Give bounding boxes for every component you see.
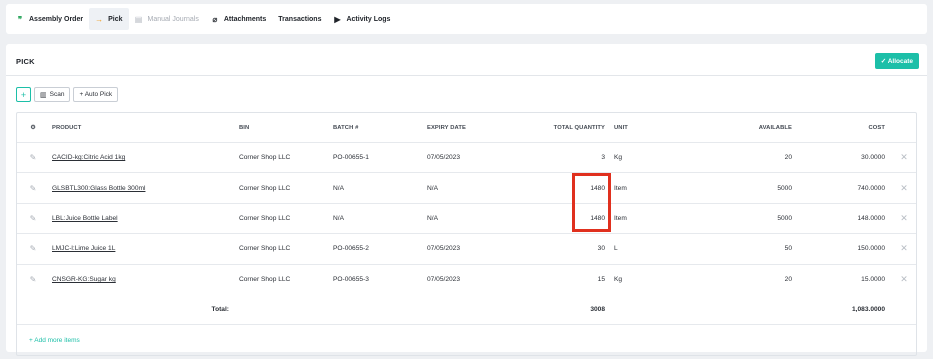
batch-cell: PO-00655-1 (333, 154, 369, 162)
unit-cell: Kg (614, 276, 623, 284)
pencil-icon[interactable]: ✎ (27, 234, 39, 263)
pick-toolbar: + ▥ Scan + Auto Pick (16, 87, 119, 102)
expiry-cell: N/A (427, 184, 438, 192)
total-row: Total: 3008 1,083.0000 (17, 295, 916, 326)
auto-pick-button[interactable]: + Auto Pick (73, 87, 119, 102)
divider (6, 75, 927, 76)
remove-row-icon[interactable]: ✕ (899, 143, 909, 172)
scan-button[interactable]: ▥ Scan (34, 87, 71, 102)
batch-cell: PO-00655-3 (333, 276, 369, 284)
quantity-cell[interactable]: 15 (537, 265, 605, 295)
pencil-icon[interactable]: ✎ (27, 204, 39, 233)
allocate-button[interactable]: ✓ Allocate (874, 53, 919, 69)
available-cell: 5000 (777, 214, 792, 222)
tab-transactions[interactable]: Transactions (272, 8, 327, 30)
product-link[interactable]: GLSBTL300:Glass Bottle 300ml (52, 173, 145, 202)
cost-cell: 150.0000 (857, 245, 885, 253)
paperclip-icon: ⌀ (212, 14, 218, 24)
tab-label: Assembly Order (29, 15, 84, 23)
unit-cell: Item (614, 214, 627, 222)
table-row: ✎ LBL:Juice Bottle Label Corner Shop LLC N/… (17, 204, 916, 235)
unit-cell: Kg (614, 154, 623, 162)
remove-row-icon[interactable]: ✕ (899, 234, 909, 263)
tab-label: Manual Journals (147, 15, 199, 23)
batch-cell: PO-00655-2 (333, 245, 369, 253)
barcode-icon: ▥ (40, 91, 47, 99)
tab-label: Transactions (278, 15, 322, 23)
expiry-cell: 07/05/2023 (427, 276, 461, 284)
total-label: Total: (211, 306, 229, 314)
product-link[interactable]: LMJC-l:Lime Juice 1L (52, 234, 115, 263)
pencil-icon[interactable]: ✎ (27, 143, 39, 172)
available-cell: 5000 (777, 184, 792, 192)
table-header: ⚙ PRODUCT BIN BATCH # EXPIRY DATE TOTAL … (17, 113, 916, 143)
document-icon: ▤ (134, 14, 143, 24)
col-product: PRODUCT (52, 124, 82, 131)
bin-cell: Corner Shop LLC (239, 154, 291, 162)
tab-pick[interactable]: → Pick (89, 8, 129, 30)
col-total-quantity: TOTAL QUANTITY (553, 124, 605, 131)
col-expiry: EXPIRY DATE (427, 124, 467, 131)
bin-cell: Corner Shop LLC (239, 184, 291, 192)
product-link[interactable]: CNSGR-KG:Sugar kg (52, 265, 116, 295)
table-row: ✎ CACID-kg:Citric Acid 1kg Corner Shop LLC… (17, 143, 916, 174)
unit-cell: L (614, 245, 618, 253)
table-row: ✎ GLSBTL300:Glass Bottle 300ml Corner Shop… (17, 173, 916, 204)
arrow-right-icon: → (95, 14, 104, 24)
remove-row-icon[interactable]: ✕ (899, 173, 909, 202)
batch-cell: N/A (333, 184, 344, 192)
available-cell: 50 (784, 245, 792, 253)
tab-activity-logs[interactable]: ▶ Activity Logs (327, 8, 396, 30)
tab-label: Activity Logs (346, 15, 391, 23)
tab-label: Attachments (223, 15, 267, 23)
tab-bar: ❞ Assembly Order → Pick ▤ Manual Journals ⌀ Att… (6, 4, 927, 34)
col-unit: UNIT (614, 124, 628, 131)
quantity-cell[interactable]: 3 (537, 143, 605, 172)
product-link[interactable]: CACID-kg:Citric Acid 1kg (52, 143, 125, 172)
total-cost: 1,083.0000 (851, 306, 885, 314)
available-cell: 20 (784, 154, 792, 162)
tab-label: Pick (108, 15, 123, 23)
unit-cell: Item (614, 184, 627, 192)
available-cell: 20 (784, 276, 792, 284)
cost-cell: 740.0000 (857, 184, 885, 192)
table-row: ✎ LMJC-l:Lime Juice 1L Corner Shop LLC PO-0… (17, 234, 916, 265)
pencil-icon[interactable]: ✎ (27, 265, 39, 295)
product-link[interactable]: LBL:Juice Bottle Label (52, 204, 118, 233)
scan-label: Scan (49, 91, 65, 98)
tab-attachments[interactable]: ⌀ Attachments (205, 8, 272, 30)
bin-cell: Corner Shop LLC (239, 276, 291, 284)
expiry-cell: 07/05/2023 (427, 245, 461, 253)
remove-row-icon[interactable]: ✕ (899, 204, 909, 233)
cost-cell: 30.0000 (861, 154, 885, 162)
add-more-row: + Add more items (17, 325, 916, 355)
play-icon: ▶ (334, 14, 341, 24)
tab-assembly-order[interactable]: ❞ Assembly Order (10, 8, 89, 30)
col-bin: BIN (239, 124, 250, 131)
panel-title: PICK (16, 57, 35, 66)
add-more-items-link[interactable]: + Add more items (29, 325, 80, 355)
expiry-cell: 07/05/2023 (427, 154, 461, 162)
bin-cell: Corner Shop LLC (239, 245, 291, 253)
expiry-cell: N/A (427, 214, 438, 222)
highlight-box (572, 173, 611, 232)
quote-icon: ❞ (17, 14, 23, 24)
col-available: AVAILABLE (758, 124, 792, 131)
gear-icon[interactable]: ⚙ (27, 113, 39, 142)
remove-row-icon[interactable]: ✕ (899, 265, 909, 295)
col-cost: COST (868, 124, 885, 131)
tab-manual-journals[interactable]: ▤ Manual Journals (129, 8, 205, 30)
quantity-cell[interactable]: 30 (537, 234, 605, 263)
pick-panel: PICK ✓ Allocate + ▥ Scan + Auto Pick ⚙ P… (6, 44, 927, 357)
batch-cell: N/A (333, 214, 344, 222)
cost-cell: 148.0000 (857, 214, 885, 222)
pencil-icon[interactable]: ✎ (27, 173, 39, 202)
cost-cell: 15.0000 (861, 276, 885, 284)
pick-table: ⚙ PRODUCT BIN BATCH # EXPIRY DATE TOTAL … (16, 112, 917, 357)
table-row: ✎ CNSGR-KG:Sugar kg Corner Shop LLC PO-0065… (17, 265, 916, 295)
bin-cell: Corner Shop LLC (239, 214, 291, 222)
col-batch: BATCH # (333, 124, 359, 131)
add-line-button[interactable]: + (16, 87, 31, 102)
total-quantity: 3008 (590, 306, 605, 314)
